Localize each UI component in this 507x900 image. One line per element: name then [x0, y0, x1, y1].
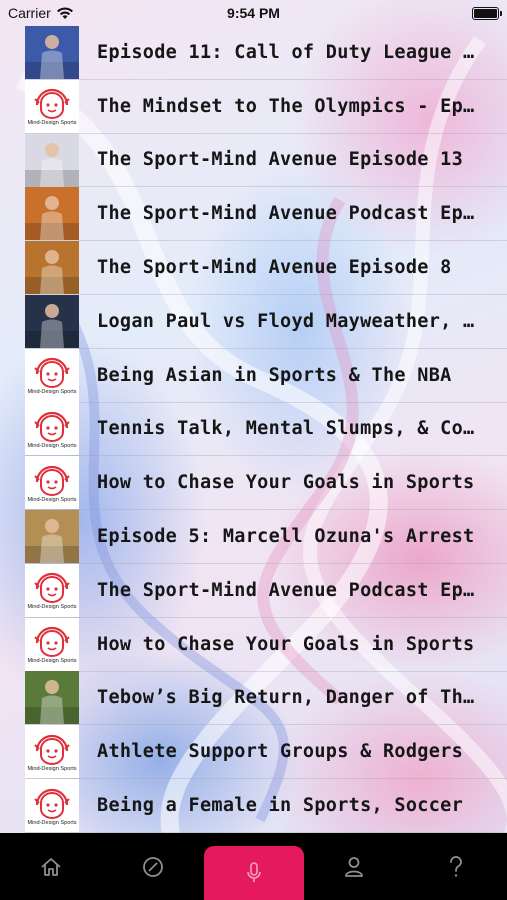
- episode-title: Athlete Support Groups & Rodgers: [97, 741, 464, 763]
- svg-text:Mind-Design Sports: Mind-Design Sports: [27, 497, 76, 503]
- microphone-icon: [246, 862, 261, 882]
- mind-design-logo: Mind-Design Sports: [27, 465, 77, 503]
- basketball-player-orange-jersey-icon: [25, 187, 79, 241]
- episode-row[interactable]: The Sport-Mind Avenue Podcast Episode: [25, 187, 507, 242]
- episode-row[interactable]: Mind-Design Sports How to Chase Your Goal…: [25, 617, 507, 672]
- episode-thumbnail: Mind-Design Sports: [25, 617, 79, 671]
- clock: 9:54 PM: [227, 5, 280, 21]
- svg-text:Mind-Design Sports: Mind-Design Sports: [27, 820, 76, 826]
- tab-podcast[interactable]: [203, 846, 304, 900]
- episode-row[interactable]: Mind-Design Sports How to Chase Your Goal…: [25, 456, 507, 511]
- episode-row[interactable]: Mind-Design Sports The Mindset to The Oly…: [25, 79, 507, 134]
- mind-design-logo: Mind-Design Sports: [27, 573, 77, 610]
- episode-thumbnail: [25, 671, 79, 725]
- football-kneeling-photo-icon: [25, 671, 79, 725]
- episode-thumbnail: [25, 133, 79, 187]
- episode-thumbnail: Mind-Design Sports: [25, 79, 79, 133]
- mind-design-logo: Mind-Design Sports: [27, 411, 77, 449]
- tab-discover[interactable]: [102, 833, 204, 900]
- episode-title: How to Chase Your Goals in Sports: [97, 472, 475, 494]
- status-bar: Carrier 9:54 PM: [0, 0, 507, 26]
- mind-design-logo: Mind-Design Sports: [27, 358, 77, 395]
- svg-text:Mind-Design Sports: Mind-Design Sports: [27, 120, 76, 126]
- episode-title: How to Chase Your Goals in Sports: [97, 633, 475, 655]
- tab-bar: [0, 833, 507, 900]
- episode-title: The Sport-Mind Avenue Episode 13: [97, 149, 464, 171]
- svg-text:Mind-Design Sports: Mind-Design Sports: [27, 658, 76, 664]
- svg-text:Mind-Design Sports: Mind-Design Sports: [27, 389, 76, 395]
- episode-list: Episode 11: Call of Duty League Esports …: [25, 25, 507, 833]
- episode-row[interactable]: Logan Paul vs Floyd Mayweather, Boxing: [25, 294, 507, 349]
- carrier-label: Carrier: [8, 5, 51, 21]
- episode-thumbnail: Mind-Design Sports: [25, 456, 79, 510]
- episode-title: Tebow’s Big Return, Danger of The Game: [97, 687, 477, 709]
- svg-text:Mind-Design Sports: Mind-Design Sports: [27, 443, 76, 449]
- episode-row[interactable]: The Sport-Mind Avenue Episode 13: [25, 133, 507, 188]
- basketball-player-suns-jersey-icon: [25, 241, 79, 295]
- episode-title: Tennis Talk, Mental Slumps, & Coaching: [97, 418, 477, 440]
- episode-thumbnail: [25, 510, 79, 564]
- episode-title: The Sport-Mind Avenue Podcast Episode: [97, 579, 477, 601]
- mind-design-logo: Mind-Design Sports: [27, 89, 77, 126]
- basketball-court-photo-icon: [25, 510, 79, 564]
- episode-row[interactable]: Episode 11: Call of Duty League Esports …: [25, 25, 507, 80]
- mind-design-logo: Mind-Design Sports: [27, 734, 77, 772]
- episode-title: The Sport-Mind Avenue Podcast Episode: [97, 203, 477, 225]
- episode-row[interactable]: Tebow’s Big Return, Danger of The Game: [25, 671, 507, 726]
- episode-title: Logan Paul vs Floyd Mayweather, Boxing: [97, 310, 477, 332]
- episode-thumbnail: Mind-Design Sports: [25, 402, 79, 456]
- tab-profile[interactable]: [304, 833, 406, 900]
- episode-title: The Mindset to The Olympics - Episode: [97, 95, 477, 117]
- mind-design-logo: Mind-Design Sports: [27, 627, 77, 664]
- episode-title: The Sport-Mind Avenue Episode 8: [97, 257, 452, 279]
- mind-design-logo: Mind-Design Sports: [27, 788, 77, 826]
- wifi-icon: [56, 6, 73, 19]
- episode-title: Episode 11: Call of Duty League Esports …: [97, 41, 477, 63]
- battery-icon: [472, 6, 502, 20]
- home-icon: [41, 857, 61, 876]
- compass-icon: [142, 856, 163, 877]
- episode-title: Episode 5: Marcell Ozuna's Arrest: [97, 526, 475, 548]
- tab-help[interactable]: [405, 833, 507, 900]
- episode-row[interactable]: Episode 5: Marcell Ozuna's Arrest: [25, 510, 507, 564]
- episode-row[interactable]: The Sport-Mind Avenue Episode 8: [25, 241, 507, 295]
- question-mark-icon: [450, 855, 463, 877]
- episode-thumbnail: Mind-Design Sports: [25, 725, 79, 779]
- episode-thumbnail: [25, 187, 79, 241]
- episode-row[interactable]: Mind-Design Sports Being a Female in Spor…: [25, 779, 507, 833]
- person-icon: [345, 856, 364, 877]
- episode-thumbnail: Mind-Design Sports: [25, 563, 79, 617]
- hockey-team-photo-icon: [25, 25, 79, 79]
- episode-title: Being Asian in Sports & The NBA: [97, 364, 452, 386]
- episode-thumbnail: Mind-Design Sports: [25, 348, 79, 402]
- episode-thumbnail: [25, 25, 79, 79]
- episode-row[interactable]: Mind-Design Sports Tennis Talk, Mental Sl…: [25, 402, 507, 457]
- episode-row[interactable]: Mind-Design Sports Being Asian in Sports …: [25, 348, 507, 403]
- svg-text:Mind-Design Sports: Mind-Design Sports: [27, 604, 76, 610]
- episode-thumbnail: [25, 241, 79, 295]
- football-player-photo-icon: [25, 294, 79, 348]
- episode-title: Being a Female in Sports, Soccer: [97, 795, 464, 817]
- episode-row[interactable]: Mind-Design Sports The Sport-Mind Avenue …: [25, 563, 507, 618]
- episode-thumbnail: [25, 294, 79, 348]
- basketball-player-white-jersey-icon: [25, 133, 79, 187]
- episode-row[interactable]: Mind-Design Sports Athlete Support Groups…: [25, 725, 507, 780]
- tab-home[interactable]: [0, 833, 102, 900]
- svg-text:Mind-Design Sports: Mind-Design Sports: [27, 766, 76, 772]
- episode-thumbnail: Mind-Design Sports: [25, 779, 79, 833]
